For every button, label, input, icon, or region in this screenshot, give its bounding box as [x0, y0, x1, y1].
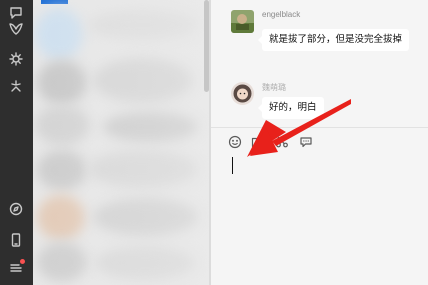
- miniprogram-icon[interactable]: [7, 200, 25, 218]
- message-area: engelblack 就是拔了部分，但是没完全拔掉 魏萌璐 好的，明白: [211, 0, 428, 127]
- contacts-icon[interactable]: [7, 20, 25, 38]
- sender-name: 魏萌璐: [262, 83, 286, 92]
- moments-icon[interactable]: [7, 77, 25, 95]
- emoji-icon[interactable]: [227, 134, 243, 150]
- input-divider: [211, 127, 428, 128]
- phone-icon[interactable]: [7, 231, 25, 249]
- text-caret: [232, 157, 233, 174]
- favorites-icon[interactable]: [7, 50, 25, 68]
- input-toolbar: [211, 134, 428, 154]
- list-overlay: [33, 0, 210, 285]
- conversation-list[interactable]: [33, 0, 210, 285]
- chat-history-icon[interactable]: [298, 134, 314, 150]
- avatar[interactable]: [231, 10, 254, 33]
- message-bubble[interactable]: 好的，明白: [258, 97, 324, 119]
- notification-dot: [20, 259, 25, 264]
- chat-pane: engelblack 就是拔了部分，但是没完全拔掉 魏萌璐 好的，明白: [211, 0, 428, 285]
- scissors-icon[interactable]: [274, 134, 290, 150]
- message-bubble[interactable]: 就是拔了部分，但是没完全拔掉: [257, 29, 410, 51]
- nav-rail: [0, 0, 33, 285]
- avatar[interactable]: [231, 82, 254, 105]
- sender-name: engelblack: [262, 10, 301, 19]
- menu-icon[interactable]: [7, 259, 25, 277]
- folder-icon[interactable]: [250, 134, 266, 150]
- message-input[interactable]: [227, 154, 427, 274]
